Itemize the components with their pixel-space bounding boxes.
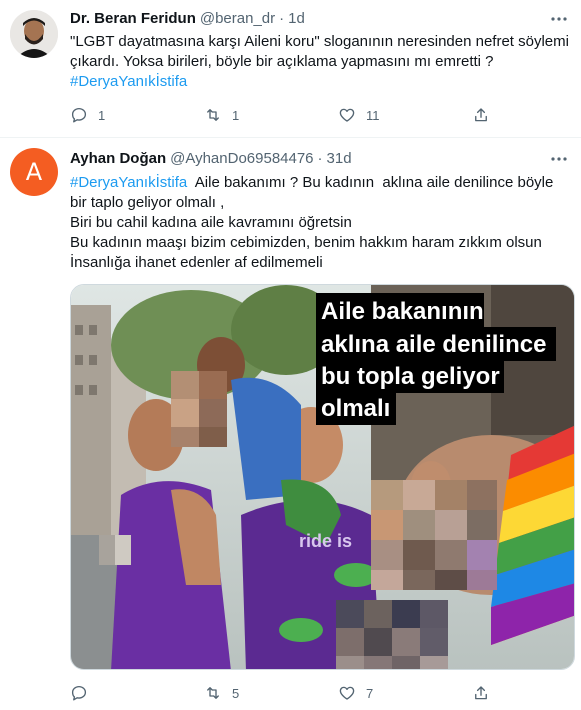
avatar-photo: [10, 10, 58, 58]
text-line: Biri bu cahil kadına aile kavramını öğre…: [70, 214, 352, 231]
tweet[interactable]: A Ayhan Doğan @AyhanDo69584476 · 31d #De…: [0, 139, 581, 710]
reply-button[interactable]: 1: [70, 106, 204, 124]
retweet-button[interactable]: 1: [204, 106, 338, 124]
text-line: bir taplo geliyor olmalı ,: [70, 194, 225, 211]
text-segment: Aile bakanımı ? Bu kadının aklına aile d…: [187, 174, 554, 191]
tweet-text: #DeryaYanıkİstifa Aile bakanımı ? Bu kad…: [70, 173, 570, 273]
text-line: İnsanlığa ihanet edenler af edilmemeli: [70, 254, 323, 271]
separator-dot: ·: [279, 9, 285, 27]
text-line: Bu kadının maaşı bizim cebimizden, benim…: [70, 234, 542, 251]
tweet-actions: 1 1 11: [70, 105, 500, 125]
tweet-text: "LGBT dayatmasına karşı Aileni koru" slo…: [70, 32, 570, 92]
like-button[interactable]: 7: [338, 684, 472, 702]
author-name[interactable]: Ayhan Doğan: [70, 150, 166, 167]
text-line: #DeryaYanıkİstifa Aile bakanımı ? Bu kad…: [70, 173, 570, 193]
reply-count: 1: [98, 107, 106, 123]
timestamp[interactable]: 1d: [288, 10, 305, 27]
caption-line: olmalı: [321, 395, 390, 422]
caption-line: Aile bakanının: [321, 298, 484, 325]
author-name[interactable]: Dr. Beran Feridun: [70, 10, 196, 27]
heart-icon: [339, 686, 355, 700]
share-button[interactable]: [472, 106, 490, 124]
text-line: çıkardı. Yoksa birileri, böyle bir açıkl…: [70, 53, 494, 70]
like-button[interactable]: 11: [338, 106, 472, 124]
share-button[interactable]: [472, 684, 490, 702]
hashtag-link[interactable]: #DeryaYanıkİstifa: [70, 174, 187, 191]
avatar[interactable]: A: [10, 148, 58, 196]
tweet-photo[interactable]: ride is Aile bakanının aklına aile denil…: [70, 284, 575, 670]
caption-line: bu topla geliyor: [321, 363, 500, 390]
retweet-button[interactable]: 5: [204, 684, 338, 702]
retweet-count: 1: [232, 107, 240, 123]
timestamp[interactable]: 31d: [327, 150, 352, 167]
retweet-count: 5: [232, 685, 240, 701]
author-handle[interactable]: @AyhanDo69584476: [170, 150, 313, 167]
share-icon: [475, 108, 487, 122]
avatar-letter: A: [25, 158, 43, 186]
tweet-header: Dr. Beran Feridun @beran_dr · 1d: [70, 8, 305, 28]
reply-button[interactable]: [70, 684, 204, 702]
separator-dot: ·: [317, 149, 323, 167]
retweet-icon: [207, 687, 219, 699]
reply-icon: [71, 107, 87, 123]
tweet[interactable]: Dr. Beran Feridun @beran_dr · 1d "LGBT d…: [0, 0, 581, 138]
shirt-text: ride is: [299, 531, 352, 551]
like-count: 11: [366, 107, 380, 123]
text-line: "LGBT dayatmasına karşı Aileni koru" slo…: [70, 33, 569, 50]
more-options-icon[interactable]: [549, 9, 569, 29]
reply-icon: [71, 685, 87, 701]
more-options-icon[interactable]: [549, 149, 569, 169]
retweet-icon: [207, 109, 219, 121]
tweet-actions: 5 7: [70, 683, 500, 703]
caption-line: aklına aile denilince: [321, 331, 546, 358]
author-handle[interactable]: @beran_dr: [200, 10, 275, 27]
photo-image: ride is Aile bakanının aklına aile denil…: [71, 285, 574, 669]
heart-icon: [339, 108, 355, 122]
like-count: 7: [366, 685, 374, 701]
share-icon: [475, 686, 487, 700]
hashtag-link[interactable]: #DeryaYanıkİstifa: [70, 72, 570, 92]
avatar[interactable]: [10, 10, 58, 58]
tweet-header: Ayhan Doğan @AyhanDo69584476 · 31d: [70, 148, 352, 168]
